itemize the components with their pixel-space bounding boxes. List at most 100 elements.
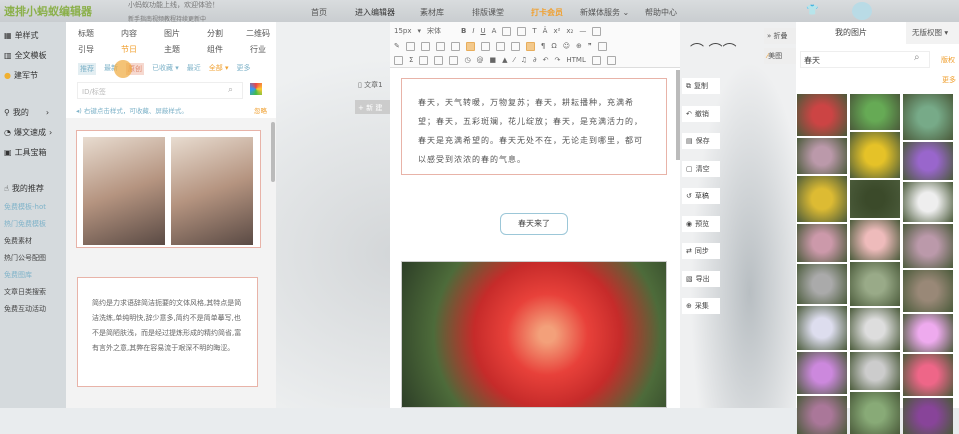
style-item-text[interactable]: 简约是力求语辞简洁扼要的文体风格,其特点是简洁洗练,单纯明快,辞少意多,简约不是… — [77, 277, 258, 387]
doc-tab[interactable]: ▯ 文章1 — [358, 80, 383, 90]
avatar[interactable] — [852, 2, 872, 20]
sidebar-link[interactable]: 免费互动活动 — [4, 304, 46, 314]
copyright-select[interactable]: 无版权图 ▾ — [906, 22, 959, 44]
scrollbar[interactable] — [271, 122, 275, 182]
subscript-icon[interactable]: x₂ — [566, 27, 573, 35]
format-painter-icon[interactable] — [525, 41, 535, 51]
shirt-icon[interactable]: 👕 — [806, 5, 818, 16]
tab-component[interactable]: 组件 — [195, 44, 235, 55]
tool-button[interactable]: ▧ 导出 — [682, 270, 720, 287]
letter-spacing-icon[interactable]: Ä — [543, 27, 548, 35]
image-thumbnail[interactable] — [903, 270, 953, 312]
image-thumbnail[interactable] — [850, 262, 900, 306]
underline-icon[interactable]: U — [480, 27, 485, 35]
pilcrow-icon[interactable]: ¶ — [541, 42, 545, 50]
tab-divider[interactable]: 分割 — [195, 28, 235, 39]
color-palette-icon[interactable] — [250, 83, 262, 95]
save-icon[interactable] — [394, 55, 403, 65]
align-right-icon[interactable] — [450, 41, 460, 51]
fullscreen-icon[interactable] — [606, 55, 616, 65]
tool-button[interactable]: ↶ 撤销 — [682, 105, 720, 122]
search-input[interactable]: ID/标签 — [77, 82, 243, 99]
link-icon[interactable]: ∂ — [533, 56, 537, 64]
superscript-icon[interactable]: x² — [553, 27, 560, 35]
image-thumbnail[interactable] — [850, 392, 900, 434]
image-thumbnail[interactable] — [850, 308, 900, 350]
image-thumbnail[interactable] — [797, 94, 847, 136]
edit-icon[interactable] — [591, 55, 601, 65]
sidebar-item-viral[interactable]: ◔ 爆文速成 › — [4, 127, 52, 138]
filter-favorites[interactable]: 已收藏 ▾ — [152, 63, 179, 75]
html-icon[interactable]: HTML — [566, 56, 585, 64]
sidebar-link[interactable]: 热门免费模板 — [4, 219, 46, 229]
image-thumbnail[interactable] — [850, 132, 900, 178]
image-thumbnail[interactable] — [903, 142, 953, 180]
video-icon[interactable]: ■ — [490, 56, 497, 64]
hr-icon[interactable]: — — [579, 27, 586, 35]
eraser-icon[interactable]: ✎ — [394, 42, 400, 50]
ignore-link[interactable]: 忽略 — [254, 105, 267, 115]
sidebar-item-mine[interactable]: ⚲ 我的 › — [4, 107, 49, 118]
nav-classroom[interactable]: 排版课堂 — [472, 7, 504, 18]
sidebar-link[interactable]: 免费素材 — [4, 236, 32, 246]
sidebar-item-single[interactable]: ▦ 单样式 — [4, 30, 39, 41]
tab-content[interactable]: 内容 — [109, 28, 149, 39]
sidebar-link[interactable]: 免费图库 — [4, 270, 32, 280]
nav-help[interactable]: 帮助中心 — [645, 7, 677, 18]
meitu-button[interactable]: ⁄美图 — [764, 48, 796, 64]
sidebar-link[interactable]: 文章日类搜索 — [4, 287, 46, 297]
image-thumbnail[interactable] — [903, 398, 953, 434]
multi-image-icon[interactable] — [434, 55, 444, 65]
font-family-select[interactable]: 宋体 — [427, 26, 441, 36]
tool-button[interactable]: ▢ 清空 — [682, 160, 720, 177]
quote-icon[interactable]: ❞ — [588, 42, 592, 50]
more-link[interactable]: 更多 — [942, 75, 956, 85]
sidebar-link[interactable]: 热门公号配图 — [4, 253, 46, 263]
tab-qrcode[interactable]: 二维码 — [238, 28, 278, 39]
clock-icon[interactable]: ◷ — [464, 56, 470, 64]
style-item-images[interactable] — [76, 130, 261, 248]
tab-festival[interactable]: 节日 — [109, 44, 149, 55]
nav-member[interactable]: 打卡会员 — [531, 7, 563, 18]
sidebar-item-template[interactable]: ▥ 全文模板 — [4, 50, 47, 61]
image-thumbnail[interactable] — [850, 352, 900, 390]
paragraph-icon[interactable] — [510, 41, 520, 51]
music-icon[interactable]: ♫ — [521, 56, 527, 64]
indent-icon[interactable] — [480, 41, 490, 51]
formula-icon[interactable]: Σ — [409, 56, 413, 64]
nav-services[interactable]: 新媒体服务 ⌄ — [580, 7, 629, 18]
search-icon[interactable]: ⌕ — [228, 85, 233, 95]
tab-title[interactable]: 标题 — [66, 28, 106, 39]
list-icon[interactable] — [405, 41, 415, 51]
sidebar-item-festival[interactable]: ● 建军节 — [4, 70, 38, 81]
tab-image[interactable]: 图片 — [152, 28, 192, 39]
image-thumbnail[interactable] — [903, 224, 953, 268]
tool-button[interactable]: ◉ 预览 — [682, 215, 720, 232]
image-thumbnail[interactable] — [797, 352, 847, 394]
tab-theme[interactable]: 主题 — [152, 44, 192, 55]
filter-more[interactable]: 更多 — [237, 63, 251, 75]
table-icon[interactable] — [597, 41, 607, 51]
undo-icon[interactable]: ↶ — [543, 56, 549, 64]
title-badge[interactable]: 春天来了 — [500, 213, 568, 235]
tab-guide[interactable]: 引导 — [66, 44, 106, 55]
magic-icon[interactable]: ⁄ — [514, 56, 515, 64]
tool-button[interactable]: ▤ 保存 — [682, 133, 720, 149]
border-icon[interactable] — [517, 26, 527, 36]
copyright-link[interactable]: 版权 — [941, 55, 955, 65]
logo[interactable]: 速排小蚂蚁编辑器 — [4, 3, 92, 19]
nav-editor[interactable]: 进入编辑器 — [355, 7, 395, 18]
filter-recommend[interactable]: 推荐 — [78, 63, 96, 75]
new-doc-button[interactable]: + 新 建 — [355, 100, 391, 114]
frame-icon[interactable] — [449, 55, 459, 65]
italic-icon[interactable]: I — [472, 27, 474, 35]
tab-industry[interactable]: 行业 — [238, 44, 278, 55]
image-thumbnail[interactable] — [797, 264, 847, 304]
tool-button[interactable]: ⊕ 采集 — [682, 298, 720, 314]
sidebar-item-tools[interactable]: ▣ 工具宝箱 — [4, 147, 47, 158]
font-size-select[interactable]: 15px — [394, 27, 412, 35]
bold-icon[interactable]: B — [461, 27, 466, 35]
nav-home[interactable]: 首页 — [311, 7, 327, 18]
image-thumbnail[interactable] — [797, 138, 847, 174]
align-left-icon[interactable] — [420, 41, 430, 51]
